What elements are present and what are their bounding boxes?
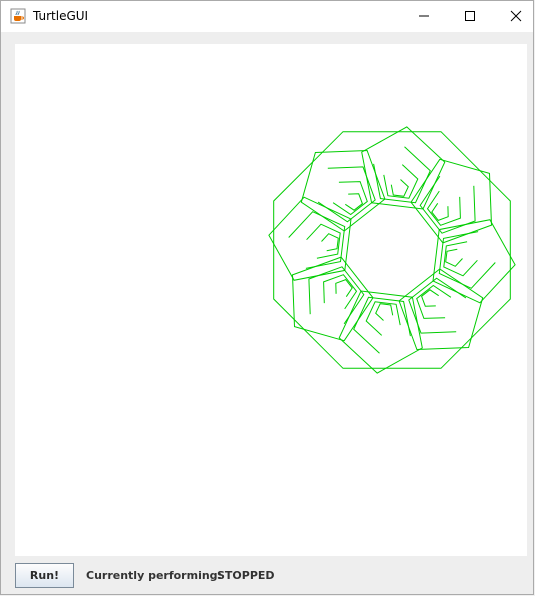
status-value: STOPPED (217, 569, 275, 582)
pentagon-nested (373, 146, 431, 204)
title-bar[interactable]: TurtleGUI (1, 1, 533, 32)
pentagon-nested (438, 231, 496, 289)
pentagon-nested (416, 284, 452, 319)
run-button[interactable]: Run! (15, 563, 74, 588)
java-coffee-cup-icon (10, 8, 26, 24)
maximize-button[interactable] (447, 1, 493, 31)
pentagon-nested (288, 211, 346, 269)
window-title: TurtleGUI (33, 9, 89, 23)
minimize-icon (419, 15, 429, 17)
control-bar: Run! Currently performing: STOPPED (1, 557, 533, 596)
app-window: TurtleGUI Run! Currently performing: STO… (0, 0, 534, 595)
pentagon-nested (321, 233, 339, 252)
pentagon-nested (323, 274, 358, 310)
status-label: Currently performing: (86, 569, 222, 582)
pentagon-nested (426, 190, 461, 226)
pentagon-nested (365, 301, 401, 336)
pentagon-nested (375, 303, 394, 321)
minimize-button[interactable] (401, 1, 447, 31)
pentagon-nested (443, 241, 478, 277)
turtle-drawing (268, 126, 516, 374)
maximize-icon (465, 11, 475, 21)
close-button[interactable] (493, 1, 535, 31)
pentagon-nested (390, 179, 409, 197)
pentagon-nested (306, 223, 341, 259)
pentagon-nested (445, 248, 463, 267)
turtle-canvas (15, 44, 527, 556)
pentagon-nested (383, 164, 419, 199)
outer-octagon (273, 131, 511, 369)
close-icon (510, 10, 522, 22)
pentagon-nested (353, 296, 411, 354)
pentagon-nested (332, 181, 368, 216)
